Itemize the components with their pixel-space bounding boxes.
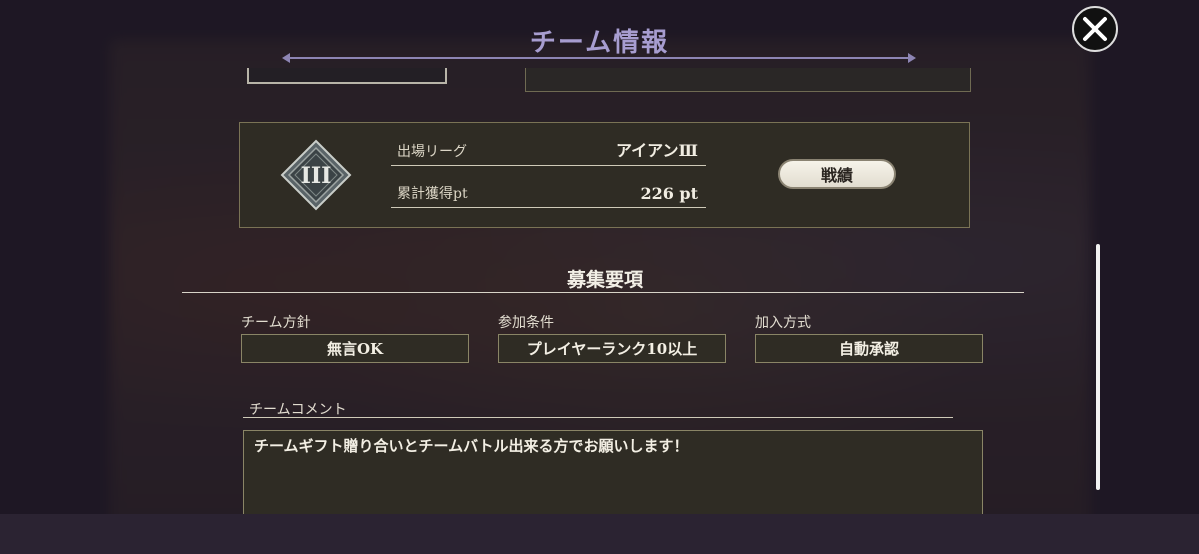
record-button[interactable]: 戦績 (778, 159, 896, 189)
scrollbar[interactable] (1096, 244, 1100, 490)
team-comment-text: チームギフト贈り合いとチームバトル出来る方でお願いします！ (243, 430, 983, 520)
points-label: 累計獲得pt (397, 186, 468, 202)
comment-divider (243, 417, 953, 418)
team-comment-label: チームコメント (249, 402, 347, 418)
section-divider (182, 292, 1024, 293)
points-row: 累計獲得pt 226 pt (391, 177, 706, 208)
league-value: アイアンⅢ (615, 141, 698, 160)
scroll-clip-edge (0, 514, 1199, 554)
join-method-value: 自動承認 (755, 334, 983, 363)
close-button[interactable] (1072, 6, 1118, 52)
team-banner-fragment (247, 68, 447, 84)
points-value: 226 pt (640, 184, 698, 203)
join-method-label: 加入方式 (755, 315, 811, 331)
title-arrow-decoration (282, 53, 916, 63)
team-policy-label: チーム方針 (241, 315, 311, 331)
page-title: チーム情報 (529, 28, 670, 58)
join-condition-value: プレイヤーランク10以上 (498, 334, 726, 363)
team-policy-value: 無言OK (241, 334, 469, 363)
league-label: 出場リーグ (397, 144, 467, 160)
close-icon (1083, 17, 1107, 41)
league-emblem-icon: III (280, 139, 352, 211)
svg-text:III: III (301, 163, 332, 189)
team-info-box-fragment (525, 68, 971, 92)
league-row: 出場リーグ アイアンⅢ (391, 135, 706, 166)
join-condition-label: 参加条件 (498, 315, 554, 331)
recruitment-title: 募集要項 (566, 269, 643, 291)
league-panel: III 出場リーグ アイアンⅢ 累計獲得pt 226 pt 戦績 (239, 122, 970, 228)
